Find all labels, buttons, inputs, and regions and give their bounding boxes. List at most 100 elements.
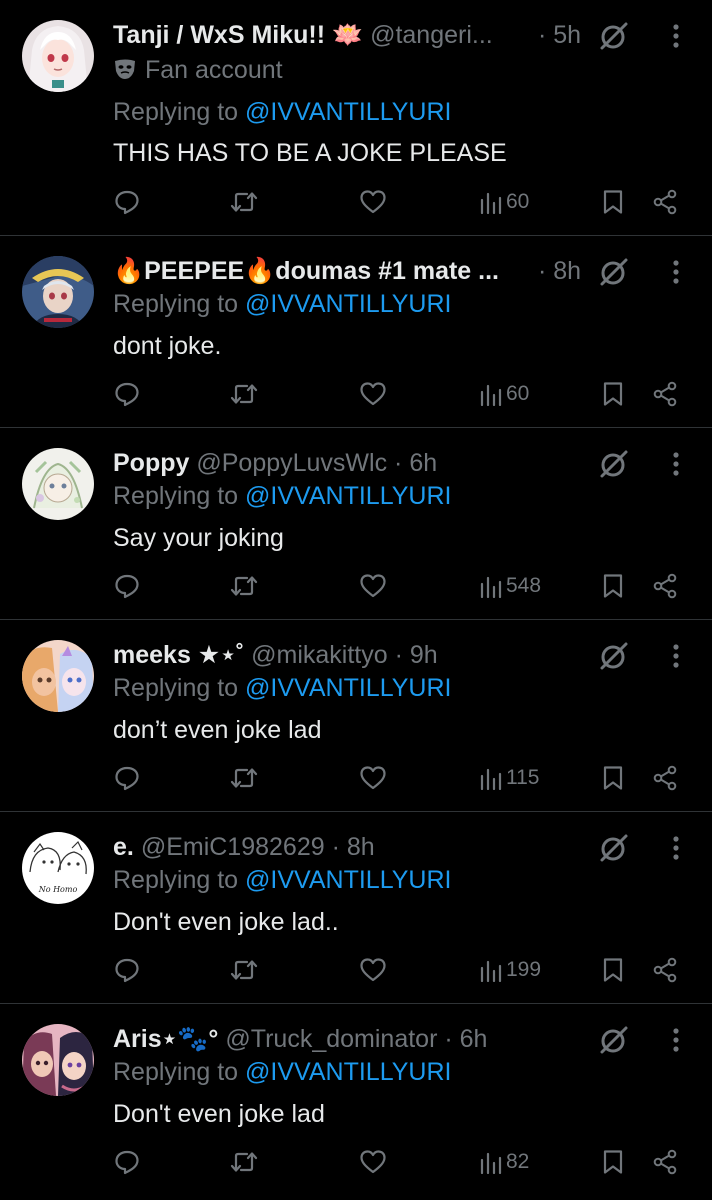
reply-icon xyxy=(115,574,139,599)
display-name[interactable]: meeks ★⋆˚ xyxy=(113,641,244,669)
bookmark-icon xyxy=(603,1150,623,1174)
tweet-header: 🔥PEEPEE🔥doumas #1 mate ... xyxy=(113,254,580,288)
display-name[interactable]: Tanji / WxS Miku!! 🪷 xyxy=(113,21,363,49)
retweet-button[interactable] xyxy=(229,1142,259,1182)
share-button[interactable] xyxy=(652,1142,678,1182)
bookmark-button[interactable] xyxy=(602,1142,624,1182)
more-icon[interactable] xyxy=(664,22,688,50)
like-icon xyxy=(360,766,386,790)
bookmark-button[interactable] xyxy=(602,182,624,222)
timestamp[interactable]: · 8h xyxy=(538,254,581,288)
avatar[interactable] xyxy=(22,1024,94,1096)
avatar[interactable] xyxy=(22,256,94,328)
display-name[interactable]: 🔥PEEPEE🔥doumas #1 mate ... xyxy=(113,257,499,285)
timestamp[interactable]: · 5h xyxy=(538,18,581,52)
more-icon[interactable] xyxy=(664,1026,688,1054)
views-button[interactable]: 548 xyxy=(480,566,541,606)
timestamp[interactable]: · 9h xyxy=(395,641,438,669)
grok-icon[interactable] xyxy=(598,20,630,52)
reply-mention-link[interactable]: @IVVANTILLYURI xyxy=(245,98,451,126)
retweet-button[interactable] xyxy=(229,566,259,606)
avatar[interactable] xyxy=(22,448,94,520)
replying-prefix: Replying to xyxy=(113,290,239,318)
reply-mention-link[interactable]: @IVVANTILLYURI xyxy=(245,674,451,702)
tweet-header: Poppy @PoppyLuvsWlc · 6h xyxy=(113,446,592,480)
tweet[interactable]: No Homo e. @EmiC1982629 · 8h Replying to… xyxy=(0,812,712,1004)
fan-account-text: Fan account xyxy=(145,56,283,84)
grok-icon[interactable] xyxy=(598,640,630,672)
retweet-button[interactable] xyxy=(229,758,259,798)
avatar-caption: No Homo xyxy=(38,885,78,894)
tweet[interactable]: 🔥PEEPEE🔥doumas #1 mate ... · 8h Replying… xyxy=(0,236,712,428)
reply-button[interactable] xyxy=(114,1142,140,1182)
retweet-button[interactable] xyxy=(229,950,259,990)
share-button[interactable] xyxy=(652,566,678,606)
tweet[interactable]: Aris⋆🐾° @Truck_dominator · 6h Replying t… xyxy=(0,1004,712,1196)
reply-mention-link[interactable]: @IVVANTILLYURI xyxy=(245,866,451,894)
like-button[interactable] xyxy=(359,182,387,222)
more-icon[interactable] xyxy=(664,834,688,862)
views-button[interactable]: 60 xyxy=(480,182,529,222)
bookmark-button[interactable] xyxy=(602,758,624,798)
reply-mention-link[interactable]: @IVVANTILLYURI xyxy=(245,290,451,318)
replying-prefix: Replying to xyxy=(113,482,239,510)
display-name[interactable]: Poppy xyxy=(113,449,189,477)
share-button[interactable] xyxy=(652,758,678,798)
reply-button[interactable] xyxy=(114,566,140,606)
reply-icon xyxy=(115,766,139,791)
reply-button[interactable] xyxy=(114,758,140,798)
bookmark-button[interactable] xyxy=(602,566,624,606)
share-button[interactable] xyxy=(652,950,678,990)
retweet-button[interactable] xyxy=(229,182,259,222)
username[interactable]: @PoppyLuvsWlc xyxy=(196,449,387,477)
tweet[interactable]: meeks ★⋆˚ @mikakittyo · 9h Replying to @… xyxy=(0,620,712,812)
timestamp[interactable]: · 8h xyxy=(332,833,375,861)
views-button[interactable]: 82 xyxy=(480,1142,529,1182)
like-button[interactable] xyxy=(359,566,387,606)
action-bar: 82 xyxy=(0,1142,712,1182)
timestamp[interactable]: · 6h xyxy=(394,449,437,477)
timestamp[interactable]: · 6h xyxy=(444,1025,487,1053)
reply-button[interactable] xyxy=(114,950,140,990)
share-button[interactable] xyxy=(652,182,678,222)
like-button[interactable] xyxy=(359,374,387,414)
like-button[interactable] xyxy=(359,1142,387,1182)
grok-icon[interactable] xyxy=(598,448,630,480)
views-button[interactable]: 115 xyxy=(480,758,539,798)
views-button[interactable]: 199 xyxy=(480,950,541,990)
grok-icon[interactable] xyxy=(598,256,630,288)
views-button[interactable]: 60 xyxy=(480,374,529,414)
share-icon xyxy=(653,189,677,215)
reply-mention-link[interactable]: @IVVANTILLYURI xyxy=(245,1058,451,1086)
like-button[interactable] xyxy=(359,758,387,798)
username[interactable]: @mikakittyo xyxy=(251,641,388,669)
display-name[interactable]: e. xyxy=(113,833,134,861)
like-button[interactable] xyxy=(359,950,387,990)
username[interactable]: @EmiC1982629 xyxy=(141,833,325,861)
reply-button[interactable] xyxy=(114,374,140,414)
avatar[interactable]: No Homo xyxy=(22,832,94,904)
tweet-text: Say your joking xyxy=(113,524,284,552)
username[interactable]: @tangeri... xyxy=(370,21,493,49)
more-icon[interactable] xyxy=(664,450,688,478)
grok-icon[interactable] xyxy=(598,1024,630,1056)
tweet[interactable]: Poppy @PoppyLuvsWlc · 6h Replying to @IV… xyxy=(0,428,712,620)
display-name[interactable]: Aris⋆🐾° xyxy=(113,1025,218,1053)
reply-button[interactable] xyxy=(114,182,140,222)
more-icon[interactable] xyxy=(664,642,688,670)
reply-mention-link[interactable]: @IVVANTILLYURI xyxy=(245,482,451,510)
username[interactable]: @Truck_dominator xyxy=(225,1025,437,1053)
retweet-button[interactable] xyxy=(229,374,259,414)
tweet-text: dont joke. xyxy=(113,332,222,360)
avatar[interactable] xyxy=(22,20,94,92)
share-button[interactable] xyxy=(652,374,678,414)
bookmark-button[interactable] xyxy=(602,374,624,414)
tweet[interactable]: Tanji / WxS Miku!! 🪷 @tangeri... · 5h Fa… xyxy=(0,0,712,236)
grok-icon[interactable] xyxy=(598,832,630,864)
bookmark-button[interactable] xyxy=(602,950,624,990)
action-bar: 60 xyxy=(0,182,712,222)
share-icon xyxy=(653,957,677,983)
retweet-icon xyxy=(230,384,258,404)
more-icon[interactable] xyxy=(664,258,688,286)
avatar[interactable] xyxy=(22,640,94,712)
